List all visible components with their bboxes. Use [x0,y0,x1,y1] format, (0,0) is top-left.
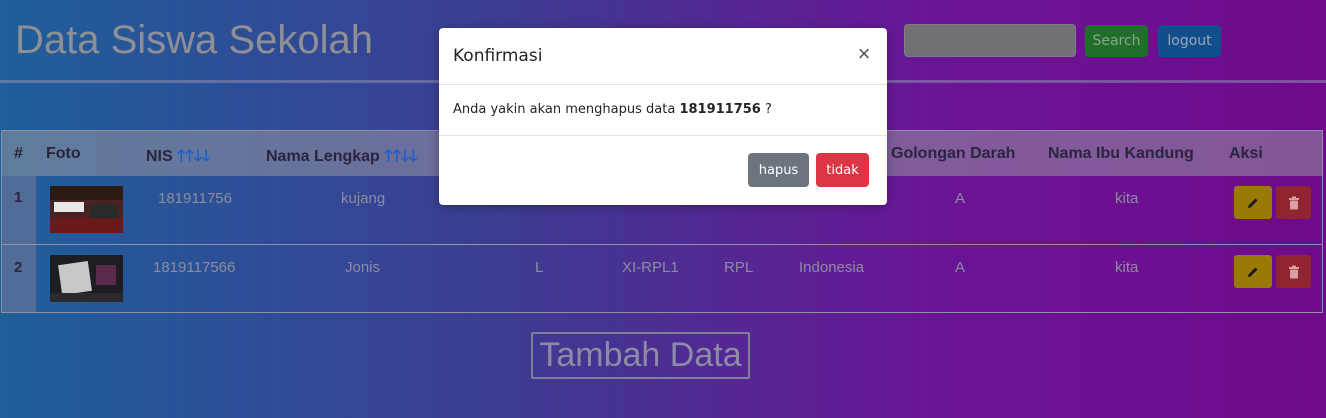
confirm-dialog: Konfirmasi × Anda yakin akan menghapus d… [439,28,887,205]
dialog-message-id: 181911756 [679,102,761,117]
dialog-message-suffix: ? [765,102,772,117]
dialog-message-text: Anda yakin akan menghapus data [453,102,676,117]
dialog-title: Konfirmasi [453,46,543,66]
tidak-button[interactable]: tidak [816,153,869,187]
dialog-header-divider [439,84,887,85]
dialog-footer-divider [439,135,887,136]
hapus-button[interactable]: hapus [748,153,809,187]
close-icon[interactable]: × [853,41,875,67]
dialog-message: Anda yakin akan menghapus data 181911756… [453,102,772,117]
page: Data Siswa Sekolah Search logout # Foto … [0,0,1326,418]
